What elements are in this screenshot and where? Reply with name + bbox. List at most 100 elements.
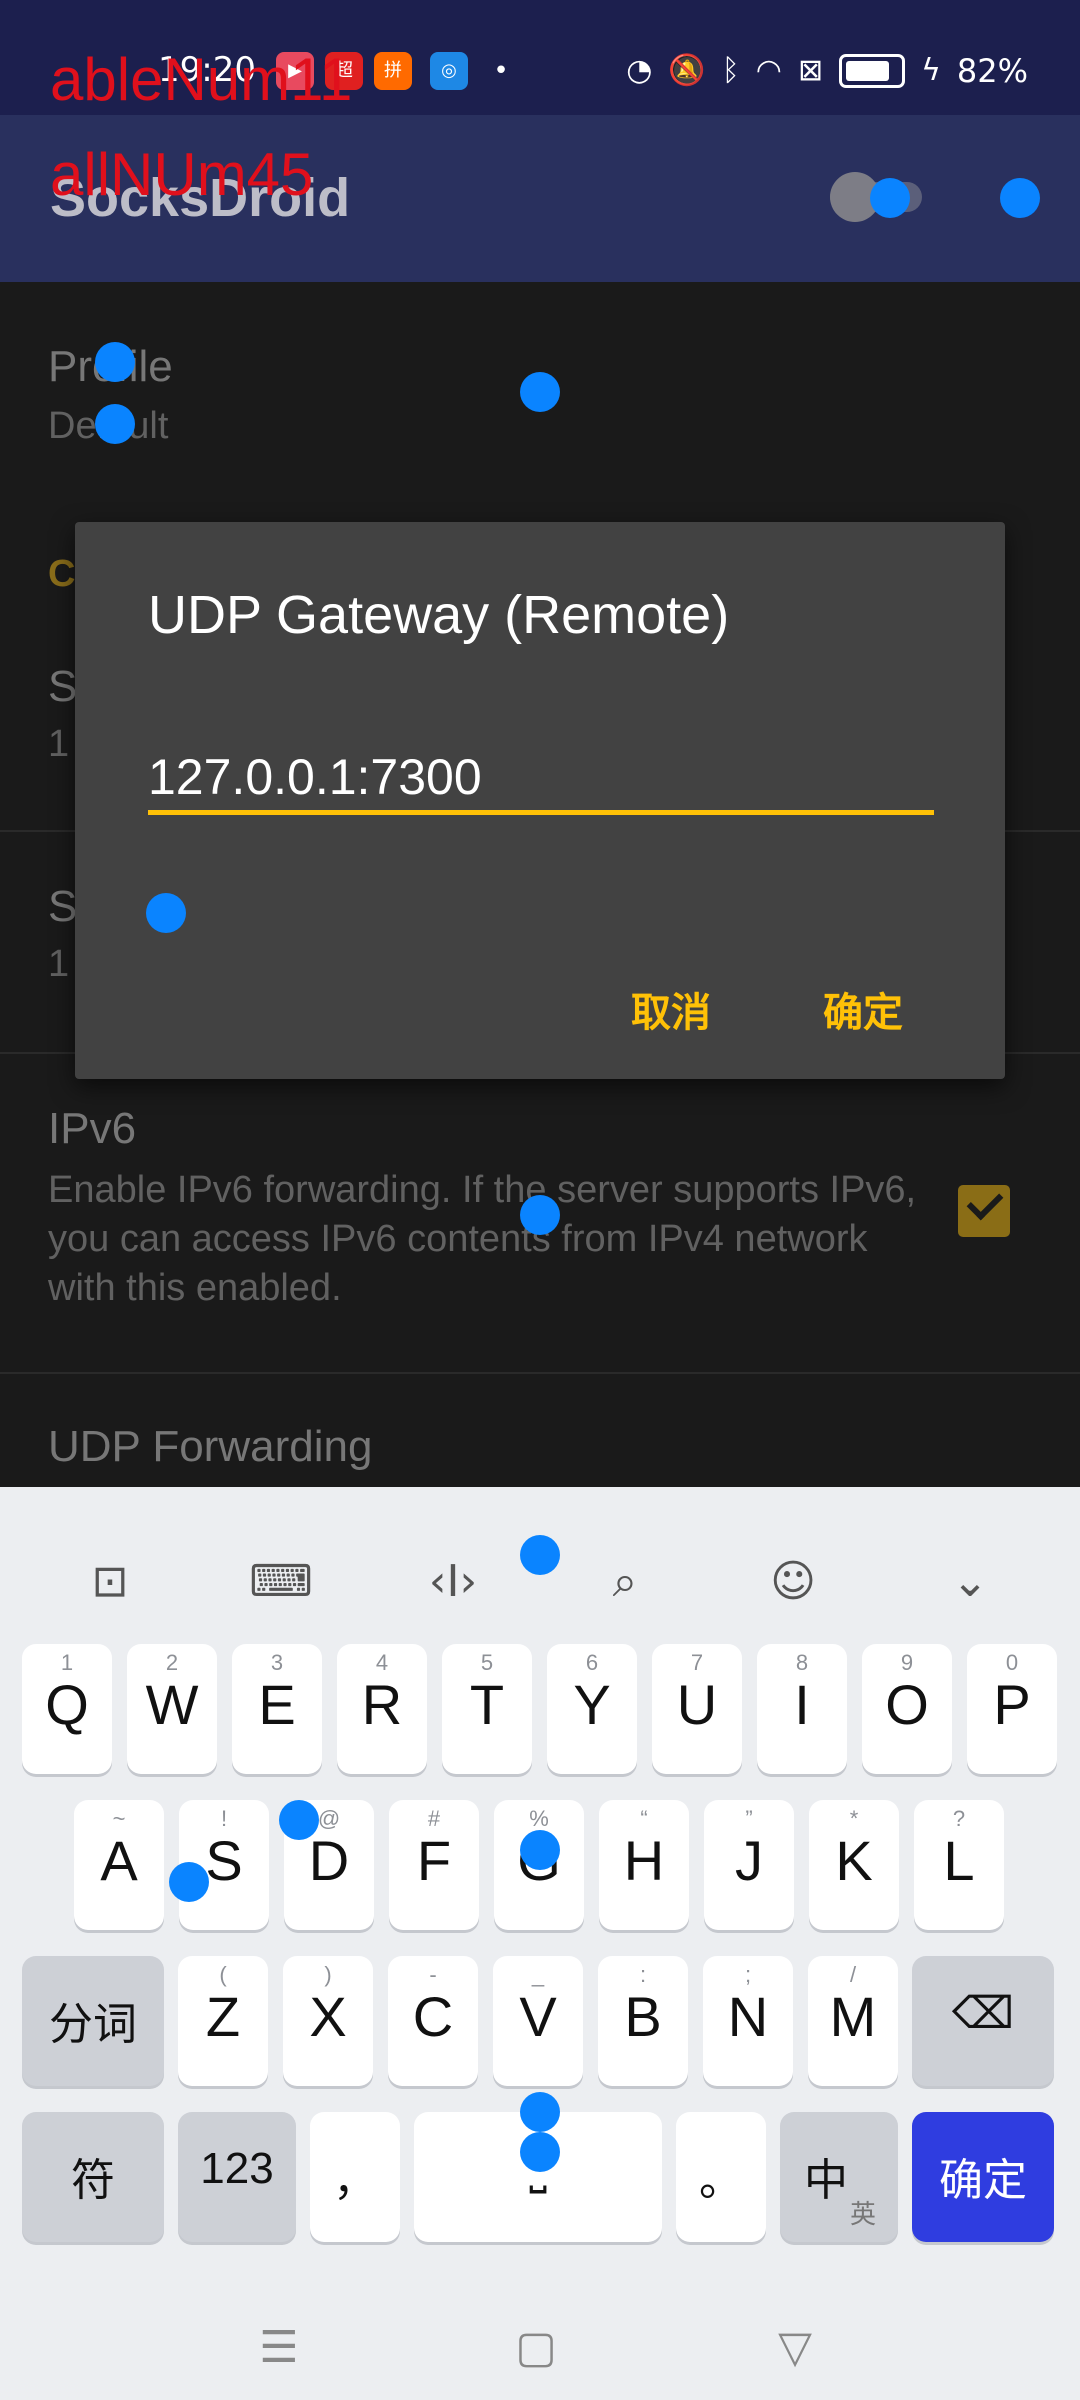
key-letter: A (100, 1829, 138, 1892)
key-letter: F (416, 1829, 452, 1892)
key-x[interactable]: ) X (283, 1956, 373, 2086)
key-period-label: 。 (699, 2156, 743, 2205)
browser-app-icon: ◎ (430, 52, 468, 90)
key-letter: O (885, 1673, 929, 1736)
enter-key[interactable]: 确定 (912, 2112, 1054, 2242)
key-e[interactable]: 3E (232, 1644, 322, 1774)
soft-keyboard: ⊡ ⌨ ‹I› ⌕ ☺ ⌄ 1Q2W3E4R5T6Y7U8I9O0P ~ A! S @… (0, 1487, 1080, 2400)
udp-gateway-dialog: UDP Gateway (Remote) 取消 确定 (75, 522, 1005, 1079)
touch-marker (146, 893, 186, 933)
menu-nav-icon[interactable]: ☰ (249, 2318, 309, 2378)
key-letter: M (829, 1985, 877, 2048)
touch-marker (520, 1535, 560, 1575)
key-v[interactable]: _ V (493, 1956, 583, 2086)
key-m[interactable]: / M (808, 1956, 898, 2086)
home-nav-icon[interactable]: ▢ (506, 2318, 566, 2378)
touch-marker (169, 1862, 209, 1902)
mute-icon: 🔕 (668, 53, 706, 88)
key-l[interactable]: ? L (914, 1800, 1004, 1930)
key-letter: I (794, 1673, 810, 1736)
key-f[interactable]: # F (389, 1800, 479, 1930)
key-numbers-label: 123 (200, 2144, 274, 2193)
overlay-label-1: ableNum11 (50, 46, 353, 113)
key-symbols[interactable]: 符 (22, 2112, 164, 2242)
touch-marker (279, 1800, 319, 1840)
key-i[interactable]: 8I (757, 1644, 847, 1774)
status-icons: ◔ 🔕 ᛒ ◠ ⊠ ϟ 82% (626, 52, 1028, 90)
key-letter: U (676, 1673, 718, 1736)
backspace-icon: ⌫ (951, 1989, 1015, 2038)
charging-icon: ϟ (921, 53, 941, 88)
key-letter: V (519, 1985, 557, 2048)
ipv6-checkbox[interactable] (958, 1185, 1010, 1237)
collapse-icon[interactable]: ⌄ (935, 1547, 1005, 1617)
key-u[interactable]: 7U (652, 1644, 742, 1774)
key-b[interactable]: :B (598, 1956, 688, 2086)
key-comma-label: ， (333, 2156, 377, 2205)
key-symbols-label: 符 (71, 2156, 115, 2205)
key-j[interactable]: ” J (704, 1800, 794, 1930)
key-h[interactable]: “H (599, 1800, 689, 1930)
key-language[interactable]: 中 英 (780, 2112, 898, 2242)
touch-marker (520, 1195, 560, 1235)
udp-gateway-input[interactable] (148, 744, 934, 815)
key-letter: K (835, 1829, 873, 1892)
key-period[interactable]: 。 (676, 2112, 766, 2242)
key-o[interactable]: 9O (862, 1644, 952, 1774)
touch-marker (95, 404, 135, 444)
sim-off-icon: ⊠ (797, 53, 824, 88)
speed-icon: ◔ (626, 53, 653, 88)
keyboard-icon[interactable]: ⌨ (246, 1547, 316, 1617)
key-z[interactable]: (Z (178, 1956, 268, 2086)
key-q[interactable]: 1Q (22, 1644, 112, 1774)
back-nav-icon[interactable]: ▽ (765, 2318, 825, 2378)
emoji-icon[interactable]: ☺ (758, 1547, 828, 1617)
key-t[interactable]: 5T (442, 1644, 532, 1774)
key-segment-label: 分词 (49, 2000, 137, 2049)
key-letter: X (309, 1985, 347, 2048)
pref-udp-forwarding[interactable]: UDP Forwarding (0, 1422, 1080, 1482)
shopping-app-icon: 拼 (374, 52, 412, 90)
key-y[interactable]: 6Y (547, 1644, 637, 1774)
search-icon[interactable]: ⌕ (590, 1547, 660, 1617)
key-p[interactable]: 0P (967, 1644, 1057, 1774)
key-segment[interactable]: 分词 (22, 1956, 164, 2086)
key-letter: Z (205, 1985, 241, 2048)
battery-percent: 82% (956, 52, 1028, 90)
dialog-title: UDP Gateway (Remote) (148, 585, 730, 645)
overlay-label-2: allNUm45 (50, 141, 314, 208)
pref-udp-label: UDP Forwarding (48, 1422, 373, 1471)
touch-marker (520, 1830, 560, 1870)
key-r[interactable]: 4R (337, 1644, 427, 1774)
key-letter: E (258, 1673, 296, 1736)
key-language-label: 中 (804, 2156, 848, 2205)
pref-server-value: 1 (48, 723, 70, 765)
clipboard-icon[interactable]: ⊡ (75, 1547, 145, 1617)
pref-server-port-value: 1 (48, 943, 70, 985)
ok-button[interactable]: 确定 (807, 970, 919, 1048)
key-w[interactable]: 2W (127, 1644, 217, 1774)
key-letter: T (469, 1673, 505, 1736)
key-letter: P (993, 1673, 1031, 1736)
cancel-button[interactable]: 取消 (615, 970, 727, 1048)
touch-marker (1000, 178, 1040, 218)
pref-server-port-label: S (48, 882, 78, 931)
more-notifications-icon: • (493, 56, 509, 86)
pref-ipv6[interactable]: IPv6 Enable IPv6 forwarding. If the serv… (0, 1104, 1080, 1404)
battery-icon (839, 54, 906, 88)
key-k[interactable]: * K (809, 1800, 899, 1930)
key-c[interactable]: -C (388, 1956, 478, 2086)
key-n[interactable]: ; N (703, 1956, 793, 2086)
enter-key-label: 确定 (939, 2156, 1027, 2205)
key-letter: J (735, 1829, 763, 1892)
touch-marker (95, 342, 135, 382)
pref-server-label: S (48, 662, 78, 711)
key-letter: Y (573, 1673, 611, 1736)
cursor-icon[interactable]: ‹I› (418, 1547, 488, 1617)
key-letter: N (727, 1985, 769, 2048)
pref-ipv6-desc: Enable IPv6 forwarding. If the server su… (48, 1169, 917, 1309)
backspace-key[interactable]: ⌫ (912, 1956, 1054, 2086)
key-a[interactable]: ~ A (74, 1800, 164, 1930)
key-comma[interactable]: ， (310, 2112, 400, 2242)
key-numbers[interactable]: 123 (178, 2112, 296, 2242)
